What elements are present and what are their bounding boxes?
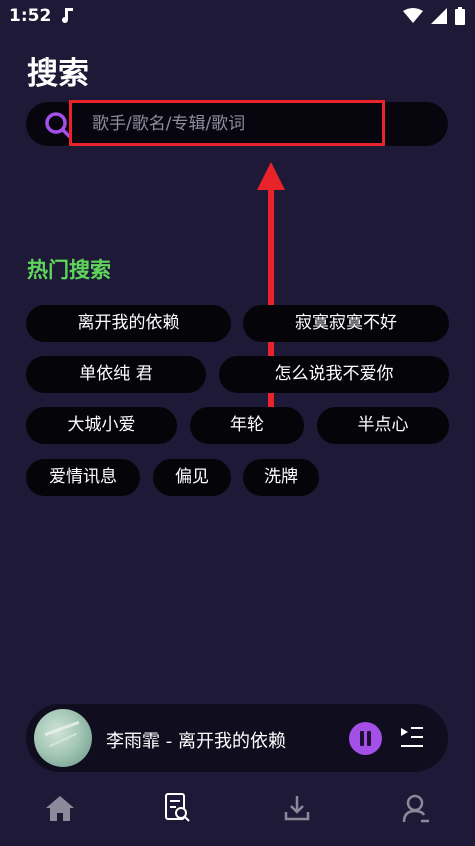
search-icon xyxy=(44,111,72,143)
hot-search-chip[interactable]: 洗牌 xyxy=(243,459,319,496)
hot-search-chip[interactable]: 离开我的依赖 xyxy=(26,305,231,342)
download-icon[interactable] xyxy=(284,794,310,826)
hot-search-chip[interactable]: 单依纯 君 xyxy=(26,356,206,393)
mini-player[interactable]: 李雨霏 - 离开我的依赖 xyxy=(26,704,448,772)
hot-search-chip[interactable]: 半点心 xyxy=(317,407,449,444)
wifi-icon xyxy=(403,8,423,28)
search-bar[interactable] xyxy=(26,102,448,146)
bottom-nav xyxy=(0,790,475,830)
music-note-icon xyxy=(60,6,74,28)
profile-icon[interactable] xyxy=(402,794,430,828)
search-input[interactable] xyxy=(92,102,422,146)
hot-search-chip[interactable]: 偏见 xyxy=(153,459,231,496)
playlist-icon[interactable] xyxy=(400,726,424,752)
hot-search-chip[interactable]: 怎么说我不爱你 xyxy=(219,356,449,393)
search-list-icon[interactable] xyxy=(164,792,192,828)
hot-search-chip[interactable]: 年轮 xyxy=(190,407,304,444)
annotation-arrow-icon xyxy=(257,162,285,437)
status-bar: 1:52 xyxy=(0,0,475,34)
signal-icon xyxy=(431,8,447,28)
status-time: 1:52 xyxy=(9,6,52,26)
home-icon[interactable] xyxy=(45,794,75,826)
hot-search-title: 热门搜索 xyxy=(27,258,111,282)
page-title: 搜索 xyxy=(27,56,89,92)
album-art[interactable] xyxy=(34,709,92,767)
pause-button[interactable] xyxy=(349,722,382,755)
hot-search-chip[interactable]: 爱情讯息 xyxy=(26,459,140,496)
now-playing-title: 李雨霏 - 离开我的依赖 xyxy=(106,731,286,752)
pause-icon xyxy=(360,731,364,746)
hot-search-chip[interactable]: 大城小爱 xyxy=(26,407,177,444)
battery-icon xyxy=(455,7,465,29)
hot-search-chip[interactable]: 寂寞寂寞不好 xyxy=(243,305,449,342)
